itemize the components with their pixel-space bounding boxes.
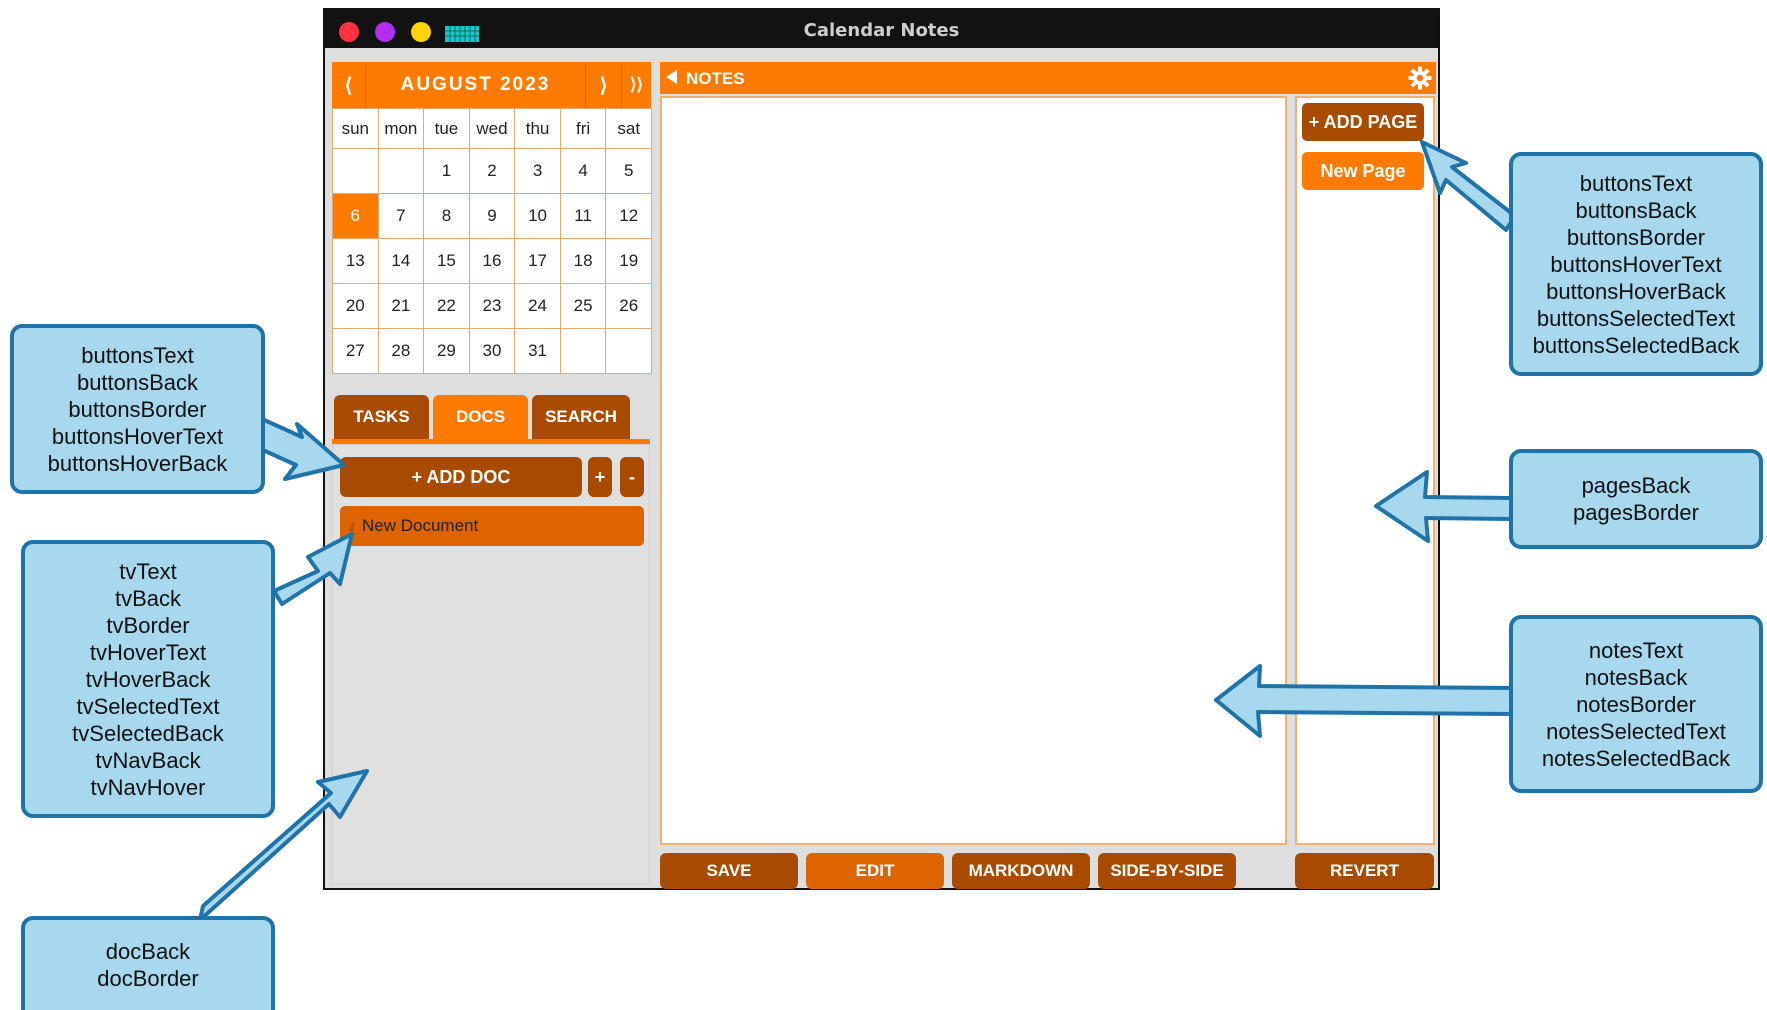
callout-line: tvHoverText bbox=[89, 639, 207, 665]
callout-line: tvText bbox=[119, 558, 177, 584]
callout-line: buttonsBorder bbox=[1566, 224, 1706, 250]
arrow-to-doc-item bbox=[272, 532, 354, 606]
callout-line: notesBack bbox=[1584, 664, 1688, 690]
callout-line: notesSelectedText bbox=[1546, 718, 1726, 744]
callout-line: docBorder bbox=[97, 966, 199, 991]
callout-line: tvSelectedText bbox=[76, 693, 220, 719]
callout-line: pagesBorder bbox=[1573, 500, 1699, 525]
callout-line: buttonsBack bbox=[76, 369, 199, 395]
callout-line: buttonsSelectedText bbox=[1536, 305, 1736, 331]
callout-line: buttonsHoverText bbox=[51, 423, 224, 449]
arrow-to-pages-panel bbox=[1374, 470, 1514, 543]
callout-doc-buttons: buttonsText buttonsBack buttonsBorder butto… bbox=[10, 324, 265, 494]
callout-line: tvBorder bbox=[106, 612, 190, 638]
callout-line: notesText bbox=[1588, 637, 1684, 663]
callout-line: notesBorder bbox=[1576, 691, 1696, 717]
callout-line: tvBack bbox=[114, 585, 182, 611]
callout-line: tvNavHover bbox=[90, 774, 206, 800]
callout-line: tvHoverBack bbox=[85, 666, 211, 692]
callout-pages: pagesBack pagesBorder bbox=[1509, 449, 1763, 549]
callout-line: docBack bbox=[105, 939, 191, 964]
callout-page-buttons: buttonsText buttonsBack buttonsBorder butto… bbox=[1509, 152, 1763, 376]
callout-line: buttonsHoverBack bbox=[1546, 278, 1726, 304]
callout-line: notesSelectedBack bbox=[1541, 745, 1731, 771]
callout-line: buttonsHoverBack bbox=[47, 450, 228, 476]
callout-line: buttonsSelectedBack bbox=[1532, 332, 1740, 358]
callout-notes: notesText notesBack notesBorder notesSelect… bbox=[1509, 615, 1763, 793]
arrow-to-notes bbox=[1214, 664, 1514, 738]
callout-doc: docBack docBorder bbox=[21, 916, 275, 1010]
callout-line: buttonsText bbox=[1579, 170, 1693, 196]
callout-line: tvNavBack bbox=[95, 747, 201, 773]
callout-arrows bbox=[198, 140, 1517, 922]
callout-line: pagesBack bbox=[1581, 473, 1691, 498]
callout-tree-view: tvText tvBack tvBorder tvHoverText tvHoverBa… bbox=[21, 540, 275, 818]
callout-line: tvSelectedBack bbox=[72, 720, 224, 746]
arrow-to-doc-buttons bbox=[252, 417, 346, 481]
callout-line: buttonsText bbox=[81, 342, 194, 368]
callout-line: buttonsBack bbox=[1575, 197, 1697, 223]
arrow-to-page-buttons bbox=[1420, 140, 1517, 232]
callout-line: buttonsHoverText bbox=[1550, 251, 1722, 277]
callout-line: buttonsBorder bbox=[68, 396, 207, 422]
